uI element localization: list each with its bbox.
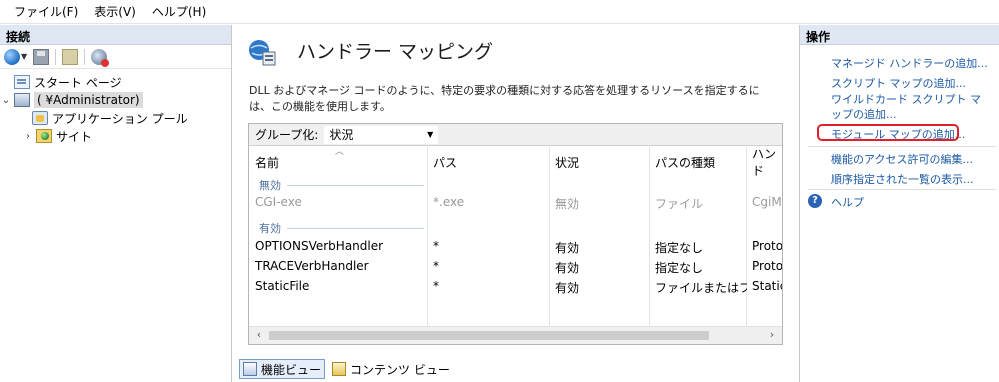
collapse-chevron-icon[interactable]: ⌄ bbox=[0, 95, 12, 106]
connections-toolbar: ▼ bbox=[0, 45, 231, 69]
tree-item-server[interactable]: ⌄ ( ¥Administrator) bbox=[0, 91, 231, 109]
sort-ascending-icon: ︿ bbox=[335, 147, 345, 157]
connections-title: 接続 bbox=[0, 25, 231, 45]
handler-list: グループ化: 状況 ▼ ︿ 名前 パス 状況 パスの種類 ハンド 無効 CGI-… bbox=[248, 123, 783, 345]
column-header-path-type[interactable]: パスの種類 bbox=[649, 150, 715, 174]
help-icon[interactable]: ? bbox=[808, 194, 822, 208]
action-add-script-map[interactable]: スクリプト マップの追加... bbox=[831, 75, 966, 91]
tree-item-label: ( ¥Administrator) bbox=[34, 92, 143, 108]
action-add-managed-handler[interactable]: マネージド ハンドラーの追加... bbox=[831, 55, 988, 71]
app-pool-icon bbox=[32, 111, 48, 125]
features-view-icon bbox=[243, 362, 257, 376]
group-by-select[interactable]: 状況 ▼ bbox=[324, 125, 439, 144]
actions-title: 操作 bbox=[800, 25, 999, 45]
group-header-disabled: 無効 bbox=[259, 177, 424, 193]
group-divider bbox=[287, 184, 424, 186]
connections-pane: 接続 ▼ スタート ページ ⌄ ( ¥Administrator) アプリケーシ… bbox=[0, 25, 232, 382]
table-row[interactable]: TRACEVerbHandler * 有効 指定なし Proto bbox=[249, 257, 782, 277]
cell-name: TRACEVerbHandler bbox=[255, 259, 369, 273]
cell-path-type: ファイル bbox=[655, 197, 704, 211]
action-help[interactable]: ヘルプ bbox=[831, 194, 864, 210]
cell-name: CGI-exe bbox=[255, 195, 302, 209]
handler-mappings-panel: ハンドラー マッピング DLL およびマネージ コードのように、特定の要求の種類… bbox=[233, 25, 798, 382]
cell-path-type: ファイルまたはフ... bbox=[655, 281, 747, 295]
page-title: ハンドラー マッピング bbox=[297, 41, 494, 63]
handler-mappings-icon bbox=[249, 40, 276, 66]
table-row[interactable]: CGI-exe *.exe 無効 ファイル CgiM bbox=[249, 193, 782, 213]
start-page-icon bbox=[14, 75, 30, 89]
save-icon[interactable] bbox=[33, 48, 50, 65]
toolbar-divider bbox=[84, 48, 86, 65]
group-header-label: 無効 bbox=[259, 179, 281, 192]
cell-handler: Static bbox=[752, 279, 782, 293]
expand-chevron-icon[interactable]: › bbox=[22, 131, 34, 142]
action-add-wildcard-script-map[interactable]: ワイルドカード スクリプト マップの追加... bbox=[831, 92, 991, 122]
highlight-box bbox=[817, 124, 959, 141]
group-by-value: 状況 bbox=[329, 128, 354, 142]
menu-file[interactable]: ファイル(F) bbox=[6, 3, 86, 20]
disconnect-icon[interactable] bbox=[91, 48, 110, 67]
horizontal-scrollbar[interactable]: ‹ › bbox=[249, 326, 782, 344]
connections-tree: スタート ページ ⌄ ( ¥Administrator) アプリケーション プー… bbox=[0, 69, 231, 145]
cell-handler: Proto bbox=[752, 239, 782, 253]
page-description: DLL およびマネージ コードのように、特定の要求の種類に対する応答を処理するリ… bbox=[249, 84, 760, 113]
cell-path: * bbox=[433, 259, 439, 273]
menu-help[interactable]: ヘルプ(H) bbox=[144, 3, 214, 20]
actions-pane: 操作 マネージド ハンドラーの追加... スクリプト マップの追加... ワイル… bbox=[799, 25, 999, 382]
connect-globe-icon[interactable] bbox=[4, 48, 20, 65]
column-header-name[interactable]: 名前 bbox=[249, 150, 279, 174]
group-by-label: グループ化: bbox=[255, 128, 319, 142]
tree-item-app-pools[interactable]: アプリケーション プール bbox=[0, 109, 231, 127]
actions-divider bbox=[808, 146, 996, 147]
cell-path: *.exe bbox=[433, 195, 465, 209]
cell-handler: CgiM bbox=[752, 195, 782, 209]
chevron-down-icon: ▼ bbox=[427, 130, 434, 139]
actions-divider bbox=[808, 189, 996, 190]
column-header-path[interactable]: パス bbox=[427, 150, 457, 174]
toolbar-divider bbox=[55, 48, 57, 65]
cell-path: * bbox=[433, 239, 439, 253]
scroll-left-icon[interactable]: ‹ bbox=[251, 328, 267, 341]
cell-path: * bbox=[433, 279, 439, 293]
tree-item-label: スタート ページ bbox=[34, 75, 122, 90]
cell-path-type: 指定なし bbox=[655, 241, 704, 255]
group-header-enabled: 有効 bbox=[259, 220, 424, 236]
cell-path-type: 指定なし bbox=[655, 261, 704, 275]
column-header-state[interactable]: 状況 bbox=[549, 150, 579, 174]
action-edit-feature-permissions[interactable]: 機能のアクセス許可の編集... bbox=[831, 151, 973, 167]
tab-content-view[interactable]: コンテンツ ビュー bbox=[329, 359, 453, 379]
tree-item-start-page[interactable]: スタート ページ bbox=[0, 73, 231, 91]
tree-item-label: アプリケーション プール bbox=[52, 111, 188, 126]
cell-state: 有効 bbox=[555, 241, 580, 255]
sites-icon bbox=[36, 129, 52, 143]
chevron-down-icon[interactable]: ▼ bbox=[21, 52, 27, 61]
group-by-bar: グループ化: 状況 ▼ bbox=[249, 124, 782, 146]
tab-label: 機能ビュー bbox=[261, 362, 322, 377]
scroll-right-icon[interactable]: › bbox=[764, 328, 780, 341]
group-divider bbox=[287, 227, 424, 229]
tab-label: コンテンツ ビュー bbox=[350, 362, 450, 377]
cell-state: 有効 bbox=[555, 281, 580, 295]
cell-state: 無効 bbox=[555, 197, 580, 211]
table-row[interactable]: StaticFile * 有効 ファイルまたはフ... Static bbox=[249, 277, 782, 297]
cell-state: 有効 bbox=[555, 261, 580, 275]
cell-handler: Proto bbox=[752, 259, 782, 273]
table-row[interactable]: OPTIONSVerbHandler * 有効 指定なし Proto bbox=[249, 237, 782, 257]
action-view-ordered-list[interactable]: 順序指定された一覧の表示... bbox=[831, 171, 974, 187]
cell-name: OPTIONSVerbHandler bbox=[255, 239, 384, 253]
scroll-thumb[interactable] bbox=[269, 331, 709, 340]
content-view-icon bbox=[332, 362, 347, 376]
tree-item-label: サイト bbox=[56, 129, 93, 144]
column-header-handler[interactable]: ハンド bbox=[746, 147, 782, 178]
menu-view[interactable]: 表示(V) bbox=[86, 3, 144, 20]
up-level-icon[interactable] bbox=[62, 48, 79, 65]
group-header-label: 有効 bbox=[259, 222, 281, 235]
menu-bar: ファイル(F) 表示(V) ヘルプ(H) bbox=[0, 0, 999, 24]
server-icon bbox=[14, 93, 30, 107]
tree-item-sites[interactable]: › サイト bbox=[0, 127, 231, 145]
tab-features-view[interactable]: 機能ビュー bbox=[239, 359, 326, 379]
cell-name: StaticFile bbox=[255, 279, 310, 293]
view-tabs: 機能ビュー コンテンツ ビュー bbox=[239, 358, 453, 380]
